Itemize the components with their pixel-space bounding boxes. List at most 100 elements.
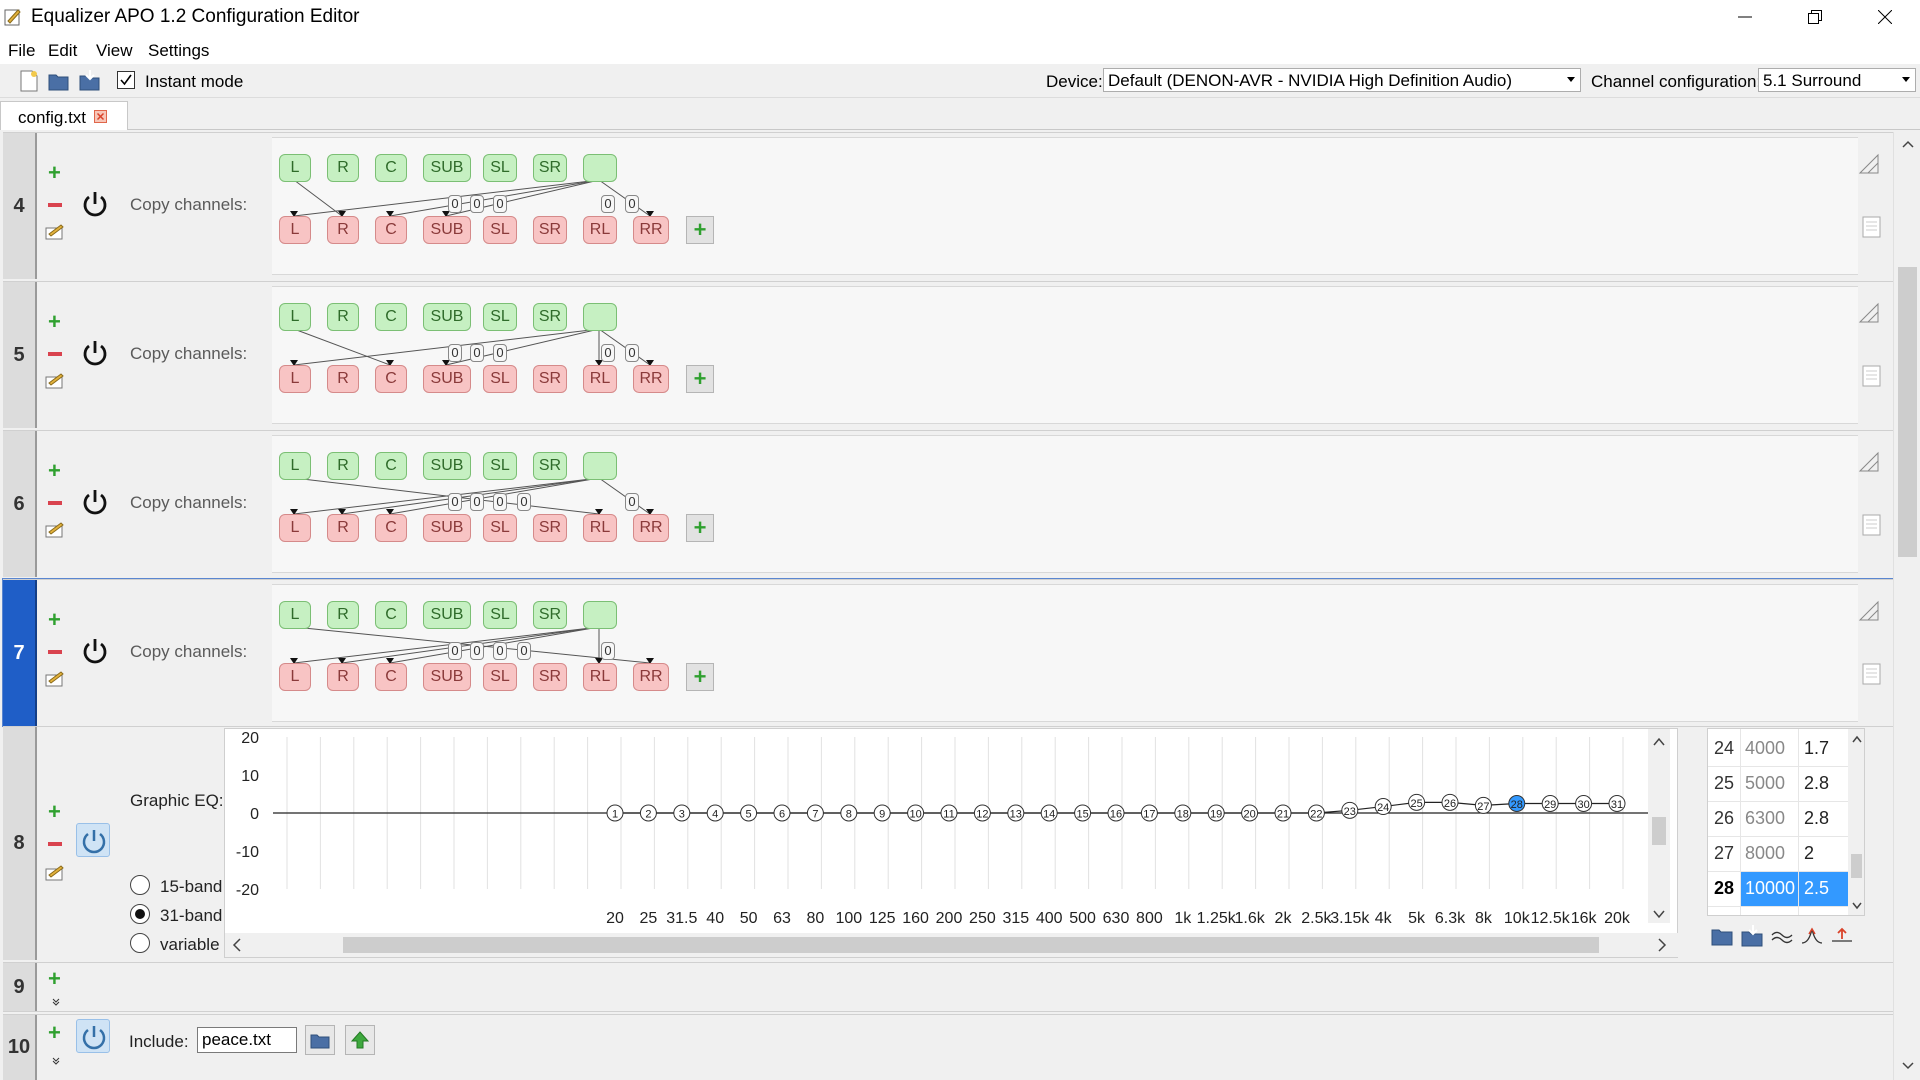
menu-view[interactable]: View xyxy=(96,41,133,61)
source-channel[interactable]: SL xyxy=(483,601,517,629)
scroll-thumb[interactable] xyxy=(1898,267,1917,557)
scroll-up-icon[interactable] xyxy=(1852,735,1862,743)
add-row-icon[interactable]: + xyxy=(48,968,61,990)
target-channel[interactable]: R xyxy=(327,514,359,542)
power-toggle[interactable] xyxy=(78,485,112,519)
gain-label[interactable]: 0 xyxy=(493,642,507,660)
add-target-button[interactable]: + xyxy=(686,663,714,691)
band-table-row[interactable]: 24 4000 1.7 xyxy=(1708,731,1848,766)
add-row-icon[interactable]: + xyxy=(48,460,61,482)
band-point[interactable]: 14 xyxy=(1040,804,1058,822)
document-icon[interactable] xyxy=(1861,216,1883,238)
source-channel[interactable]: C xyxy=(375,303,407,331)
band-point[interactable]: 15 xyxy=(1074,804,1092,822)
smooth-curve-icon[interactable] xyxy=(1771,925,1793,947)
add-target-button[interactable]: + xyxy=(686,514,714,542)
gain-label[interactable]: 0 xyxy=(448,642,462,660)
band-point[interactable]: 24 xyxy=(1374,798,1392,816)
target-channel[interactable]: RL xyxy=(583,216,617,244)
peak-curve-icon[interactable] xyxy=(1801,925,1823,947)
remove-row-icon[interactable] xyxy=(48,842,62,846)
source-channel[interactable]: R xyxy=(327,303,359,331)
scroll-thumb[interactable] xyxy=(1851,854,1862,878)
source-channel[interactable] xyxy=(583,452,617,480)
graphic-eq-chart[interactable]: 20 10 0 -10 -20 1 2 3 4 5 6 7 8 9 10 11 12 13 14 15 16 17 18 19… xyxy=(224,728,1679,959)
add-row-icon[interactable]: + xyxy=(48,801,61,823)
new-file-icon[interactable] xyxy=(19,70,39,92)
source-channel[interactable]: SUB xyxy=(423,154,471,182)
add-target-button[interactable]: + xyxy=(686,216,714,244)
target-channel[interactable]: L xyxy=(279,514,311,542)
source-channel[interactable] xyxy=(583,303,617,331)
browse-button[interactable] xyxy=(305,1025,335,1055)
document-icon[interactable] xyxy=(1861,663,1883,685)
restore-button[interactable] xyxy=(1780,0,1850,34)
band-point[interactable]: 30 xyxy=(1575,795,1593,812)
channel-config-select[interactable]: 5.1 Surround xyxy=(1758,68,1916,92)
source-channel[interactable]: L xyxy=(279,154,311,182)
eq-plot[interactable]: 20100-10-201 2 3 4 5 6 7 8 9 10 11 12 13 14 15 16 17 18 19… xyxy=(225,729,1679,959)
document-icon[interactable] xyxy=(1861,514,1883,536)
remove-row-icon[interactable] xyxy=(48,203,62,207)
band-point[interactable]: 17 xyxy=(1140,804,1158,822)
resize-icon[interactable] xyxy=(1858,302,1882,324)
target-channel[interactable]: SL xyxy=(483,514,517,542)
band-point[interactable]: 22 xyxy=(1307,804,1325,822)
power-toggle[interactable] xyxy=(76,1019,110,1053)
chart-vscrollbar[interactable] xyxy=(1648,729,1670,923)
band-point[interactable]: 9 xyxy=(873,804,891,822)
add-target-button[interactable]: + xyxy=(686,365,714,393)
band-point[interactable]: 18 xyxy=(1174,804,1192,822)
band-point[interactable]: 26 xyxy=(1441,793,1459,811)
gain-label[interactable]: 0 xyxy=(625,493,639,511)
band-point[interactable]: 10 xyxy=(907,804,925,822)
scroll-down-icon[interactable] xyxy=(1852,902,1862,910)
target-channel[interactable]: SR xyxy=(533,514,567,542)
target-channel[interactable]: RR xyxy=(633,514,669,542)
menu-settings[interactable]: Settings xyxy=(148,41,209,61)
gain-label[interactable]: 0 xyxy=(493,344,507,362)
instant-mode-checkbox[interactable] xyxy=(117,71,135,89)
remove-row-icon[interactable] xyxy=(48,650,62,654)
edit-icon[interactable] xyxy=(45,670,65,688)
gain-label[interactable]: 0 xyxy=(625,344,639,362)
include-file-input[interactable]: peace.txt xyxy=(197,1027,297,1053)
band-point[interactable]: 12 xyxy=(973,804,991,822)
normalize-icon[interactable] xyxy=(1831,925,1853,947)
band-table-row[interactable]: 25 5000 2.8 xyxy=(1708,766,1848,801)
edit-icon[interactable] xyxy=(45,521,65,539)
mode-15-band-radio[interactable] xyxy=(130,875,150,895)
target-channel[interactable]: R xyxy=(327,216,359,244)
band-point[interactable]: 28 xyxy=(1508,795,1526,812)
band-point[interactable]: 2 xyxy=(639,804,657,822)
power-toggle[interactable] xyxy=(78,336,112,370)
target-channel[interactable]: SR xyxy=(533,663,567,691)
target-channel[interactable]: L xyxy=(279,216,311,244)
band-point[interactable]: 16 xyxy=(1107,804,1125,822)
target-channel[interactable]: SR xyxy=(533,216,567,244)
source-channel[interactable]: SUB xyxy=(423,452,471,480)
main-scrollbar[interactable] xyxy=(1893,132,1920,1080)
gain-label[interactable]: 0 xyxy=(625,195,639,213)
band-point[interactable]: 29 xyxy=(1541,795,1559,812)
band-point[interactable]: 6 xyxy=(773,804,791,822)
gain-label[interactable]: 0 xyxy=(470,493,484,511)
target-channel[interactable]: C xyxy=(375,663,407,691)
add-row-icon[interactable]: + xyxy=(48,609,61,631)
source-channel[interactable] xyxy=(583,601,617,629)
band-table-row[interactable]: 27 8000 2 xyxy=(1708,836,1848,871)
edit-icon[interactable] xyxy=(45,864,65,882)
resize-icon[interactable] xyxy=(1858,600,1882,622)
band-point[interactable]: 13 xyxy=(1007,804,1025,822)
add-row-icon[interactable]: + xyxy=(48,162,61,184)
gain-label[interactable]: 0 xyxy=(493,493,507,511)
scroll-thumb[interactable] xyxy=(343,937,1599,953)
tab-config[interactable]: config.txt xyxy=(0,101,128,130)
band-point[interactable]: 20 xyxy=(1241,804,1259,822)
gain-label[interactable]: 0 xyxy=(601,642,615,660)
scroll-down-icon[interactable] xyxy=(1902,1062,1914,1070)
remove-row-icon[interactable] xyxy=(48,352,62,356)
band-point[interactable]: 4 xyxy=(706,804,724,822)
document-icon[interactable] xyxy=(1861,365,1883,387)
target-channel[interactable]: RR xyxy=(633,365,669,393)
